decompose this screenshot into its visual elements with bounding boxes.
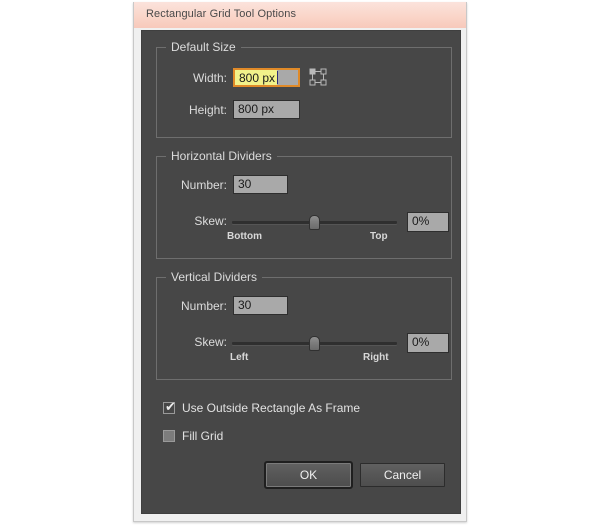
height-label: Height: bbox=[162, 103, 227, 117]
horizontal-dividers-group: Horizontal Dividers Number: 30 Skew: Bot… bbox=[156, 156, 452, 259]
rectangular-grid-tool-options-dialog: Rectangular Grid Tool Options Default Si… bbox=[133, 2, 467, 522]
fill-grid-checkbox[interactable] bbox=[163, 430, 175, 442]
horizontal-skew-slider-thumb[interactable] bbox=[309, 215, 320, 230]
horizontal-dividers-legend: Horizontal Dividers bbox=[166, 149, 277, 164]
fill-grid-checkbox-row[interactable]: Fill Grid bbox=[163, 429, 313, 445]
horizontal-skew-max-label: Top bbox=[370, 231, 388, 242]
reference-point-svg bbox=[309, 68, 327, 86]
use-outside-rectangle-checkbox[interactable]: ✔ bbox=[163, 402, 175, 414]
vertical-skew-value: 0% bbox=[408, 334, 431, 351]
vertical-skew-slider-thumb[interactable] bbox=[309, 336, 320, 351]
width-input[interactable]: 800 px bbox=[233, 68, 300, 87]
width-value: 800 px bbox=[235, 70, 277, 87]
use-outside-rectangle-label: Use Outside Rectangle As Frame bbox=[182, 401, 360, 415]
vertical-skew-min-label: Left bbox=[230, 352, 248, 363]
vertical-number-value: 30 bbox=[234, 297, 253, 314]
default-size-group: Default Size Width: 800 px Height: bbox=[156, 47, 452, 138]
horizontal-skew-value: 0% bbox=[408, 213, 431, 230]
dialog-title: Rectangular Grid Tool Options bbox=[146, 8, 296, 20]
vertical-number-input[interactable]: 30 bbox=[233, 296, 288, 315]
fill-grid-label: Fill Grid bbox=[182, 429, 223, 443]
check-icon: ✔ bbox=[165, 400, 176, 413]
ok-button[interactable]: OK bbox=[266, 463, 351, 487]
vertical-dividers-legend: Vertical Dividers bbox=[166, 270, 262, 285]
vertical-skew-input[interactable]: 0% bbox=[407, 333, 449, 353]
use-outside-rectangle-checkbox-row[interactable]: ✔ Use Outside Rectangle As Frame bbox=[163, 401, 393, 417]
horizontal-skew-label: Skew: bbox=[169, 214, 227, 228]
horizontal-number-value: 30 bbox=[234, 176, 253, 193]
horizontal-number-label: Number: bbox=[157, 178, 227, 192]
vertical-skew-label: Skew: bbox=[169, 335, 227, 349]
horizontal-skew-input[interactable]: 0% bbox=[407, 212, 449, 232]
horizontal-number-input[interactable]: 30 bbox=[233, 175, 288, 194]
vertical-number-label: Number: bbox=[157, 299, 227, 313]
default-size-legend: Default Size bbox=[166, 40, 241, 55]
height-input[interactable]: 800 px bbox=[233, 100, 300, 119]
horizontal-skew-min-label: Bottom bbox=[227, 231, 262, 242]
dialog-body: Default Size Width: 800 px Height: bbox=[141, 30, 461, 514]
vertical-skew-max-label: Right bbox=[363, 352, 389, 363]
text-caret bbox=[277, 71, 278, 84]
dialog-titlebar[interactable]: Rectangular Grid Tool Options bbox=[134, 2, 466, 28]
cancel-button[interactable]: Cancel bbox=[360, 463, 445, 487]
reference-point-icon[interactable] bbox=[309, 68, 327, 86]
height-value: 800 px bbox=[234, 101, 276, 118]
vertical-dividers-group: Vertical Dividers Number: 30 Skew: Left … bbox=[156, 277, 452, 380]
width-label: Width: bbox=[167, 71, 227, 85]
